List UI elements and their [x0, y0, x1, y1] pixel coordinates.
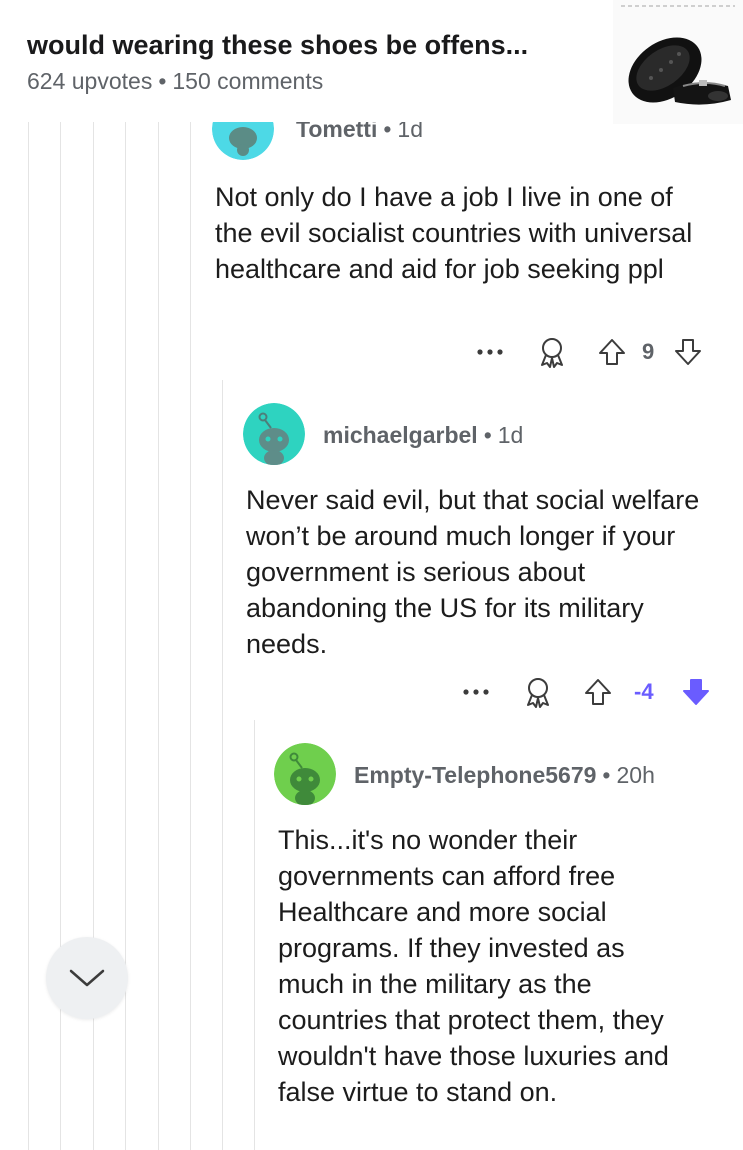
- post-thumbnail[interactable]: [613, 0, 743, 124]
- post-title[interactable]: would wearing these shoes be offens...: [27, 30, 528, 61]
- snoo-avatar-icon: [274, 743, 336, 805]
- comment-age: 20h: [616, 762, 655, 788]
- mary-jane-shoes-icon: [613, 0, 743, 124]
- post-header[interactable]: would wearing these shoes be offens... 6…: [0, 0, 743, 124]
- chevron-down-icon: [69, 969, 105, 987]
- post-meta: 624 upvotes • 150 comments: [27, 68, 324, 94]
- comment-body: This...it's no wonder their governments …: [278, 825, 669, 1107]
- upvote-count: 624 upvotes: [27, 68, 153, 94]
- comment-count: 150 comments: [172, 68, 324, 94]
- avatar[interactable]: [274, 743, 336, 805]
- username[interactable]: Empty-Telephone5679: [354, 762, 596, 788]
- comment-author[interactable]: Empty-Telephone5679 • 20h: [354, 762, 655, 789]
- next-comment-button[interactable]: [46, 937, 128, 1019]
